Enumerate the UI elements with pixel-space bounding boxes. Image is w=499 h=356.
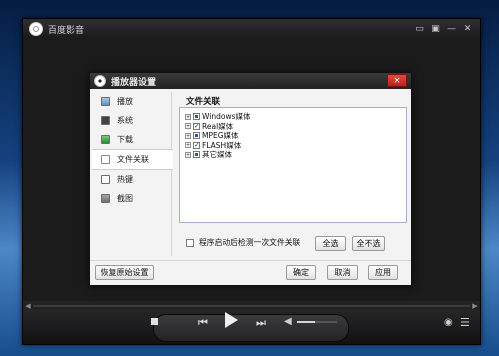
panel-title: 文件关联	[186, 97, 221, 107]
startup-check-checkbox[interactable]	[186, 238, 194, 247]
next-button[interactable]: ⏭	[256, 316, 266, 330]
tree-checkbox[interactable]: ✓	[193, 141, 200, 149]
apply-button[interactable]: 应用	[368, 265, 398, 280]
volume-slider[interactable]	[297, 321, 337, 323]
sidebar-item-file-association[interactable]: 文件关联	[92, 149, 173, 170]
dialog-logo-icon	[94, 75, 106, 87]
settings-dialog: 播放器设置 × 播放 系统 下载 文件关联 热键 截图 文件关联 + Windo…	[89, 72, 412, 286]
stop-button[interactable]	[151, 318, 158, 325]
ok-button[interactable]: 确定	[286, 265, 316, 280]
sidebar-item-label: 播放	[117, 97, 133, 106]
sidebar-item-label: 系统	[117, 116, 133, 125]
select-none-button[interactable]: 全不选	[352, 236, 385, 251]
transport-pill	[153, 314, 349, 342]
hotkey-icon	[101, 175, 110, 184]
startup-check-label: 程序启动后检测一次文件关联	[199, 238, 301, 247]
tree-checkbox[interactable]	[193, 151, 200, 159]
sidebar-item-label: 热键	[117, 175, 133, 184]
expand-icon[interactable]: +	[185, 113, 191, 120]
restore-defaults-button[interactable]: 恢复原始设置	[95, 265, 154, 280]
seek-right-icon[interactable]: ▶	[470, 302, 480, 310]
tree-checkbox[interactable]	[193, 132, 200, 140]
sidebar-item-hotkeys[interactable]: 热键	[92, 170, 171, 189]
playlist-icon[interactable]: ☰	[460, 316, 470, 329]
app-logo-icon	[29, 22, 43, 36]
play-settings-icon	[101, 97, 110, 106]
expand-icon[interactable]: +	[185, 132, 191, 139]
expand-icon[interactable]: +	[185, 151, 191, 158]
settings-sidebar: 播放 系统 下载 文件关联 热键 截图	[92, 92, 173, 256]
dialog-titlebar[interactable]: 播放器设置 ×	[90, 73, 411, 89]
previous-button[interactable]: ⏮	[198, 316, 208, 330]
sidebar-item-system[interactable]: 系统	[92, 111, 171, 130]
play-button[interactable]	[225, 312, 238, 328]
minimize-icon[interactable]: —	[446, 24, 457, 34]
tree-item-label: 其它媒体	[202, 150, 232, 160]
tree-checkbox[interactable]: ✓	[193, 122, 200, 130]
close-window-icon[interactable]: ✕	[462, 24, 473, 34]
tree-checkbox[interactable]	[193, 113, 200, 121]
screenshot-icon[interactable]: ◉	[444, 317, 453, 328]
sidebar-item-download[interactable]: 下载	[92, 130, 171, 149]
dialog-close-button[interactable]: ×	[387, 74, 407, 87]
cancel-button[interactable]: 取消	[327, 265, 358, 280]
window-controls: ▭ ▣ — ✕	[414, 24, 473, 34]
control-bar	[23, 310, 480, 344]
expand-icon[interactable]: +	[185, 123, 191, 130]
seek-left-icon[interactable]: ◀	[23, 302, 33, 310]
dialog-title: 播放器设置	[111, 77, 157, 88]
sidebar-item-label: 截图	[117, 194, 133, 203]
footer-divider	[90, 260, 411, 261]
sidebar-item-label: 文件关联	[117, 155, 149, 164]
download-icon	[101, 135, 110, 144]
sidebar-item-screenshot[interactable]: 截图	[92, 189, 171, 208]
volume-level	[297, 321, 315, 323]
camera-icon	[101, 194, 110, 203]
startup-check-row[interactable]: 程序启动后检测一次文件关联	[186, 237, 300, 248]
mini-mode-icon[interactable]: ▭	[414, 24, 425, 34]
app-title: 百度影音	[48, 25, 85, 36]
file-type-tree: + Windows媒体 + ✓ Real媒体 + MPEG媒体 + ✓ FLAS…	[179, 107, 407, 223]
player-titlebar[interactable]: 百度影音 ▭ ▣ — ✕	[23, 19, 480, 39]
tree-item-other[interactable]: + 其它媒体	[180, 150, 406, 160]
sidebar-item-label: 下载	[117, 135, 133, 144]
expand-icon[interactable]: +	[185, 142, 191, 149]
seek-bar[interactable]: ◀ ▶	[23, 301, 480, 310]
system-icon	[101, 116, 110, 125]
file-association-icon	[101, 155, 110, 164]
menu-icon[interactable]: ▣	[430, 24, 441, 34]
seek-track[interactable]	[33, 304, 470, 307]
volume-icon[interactable]: ◀	[284, 316, 292, 327]
select-all-button[interactable]: 全选	[315, 236, 346, 251]
sidebar-item-play[interactable]: 播放	[92, 92, 171, 111]
stop-icon	[151, 318, 158, 325]
